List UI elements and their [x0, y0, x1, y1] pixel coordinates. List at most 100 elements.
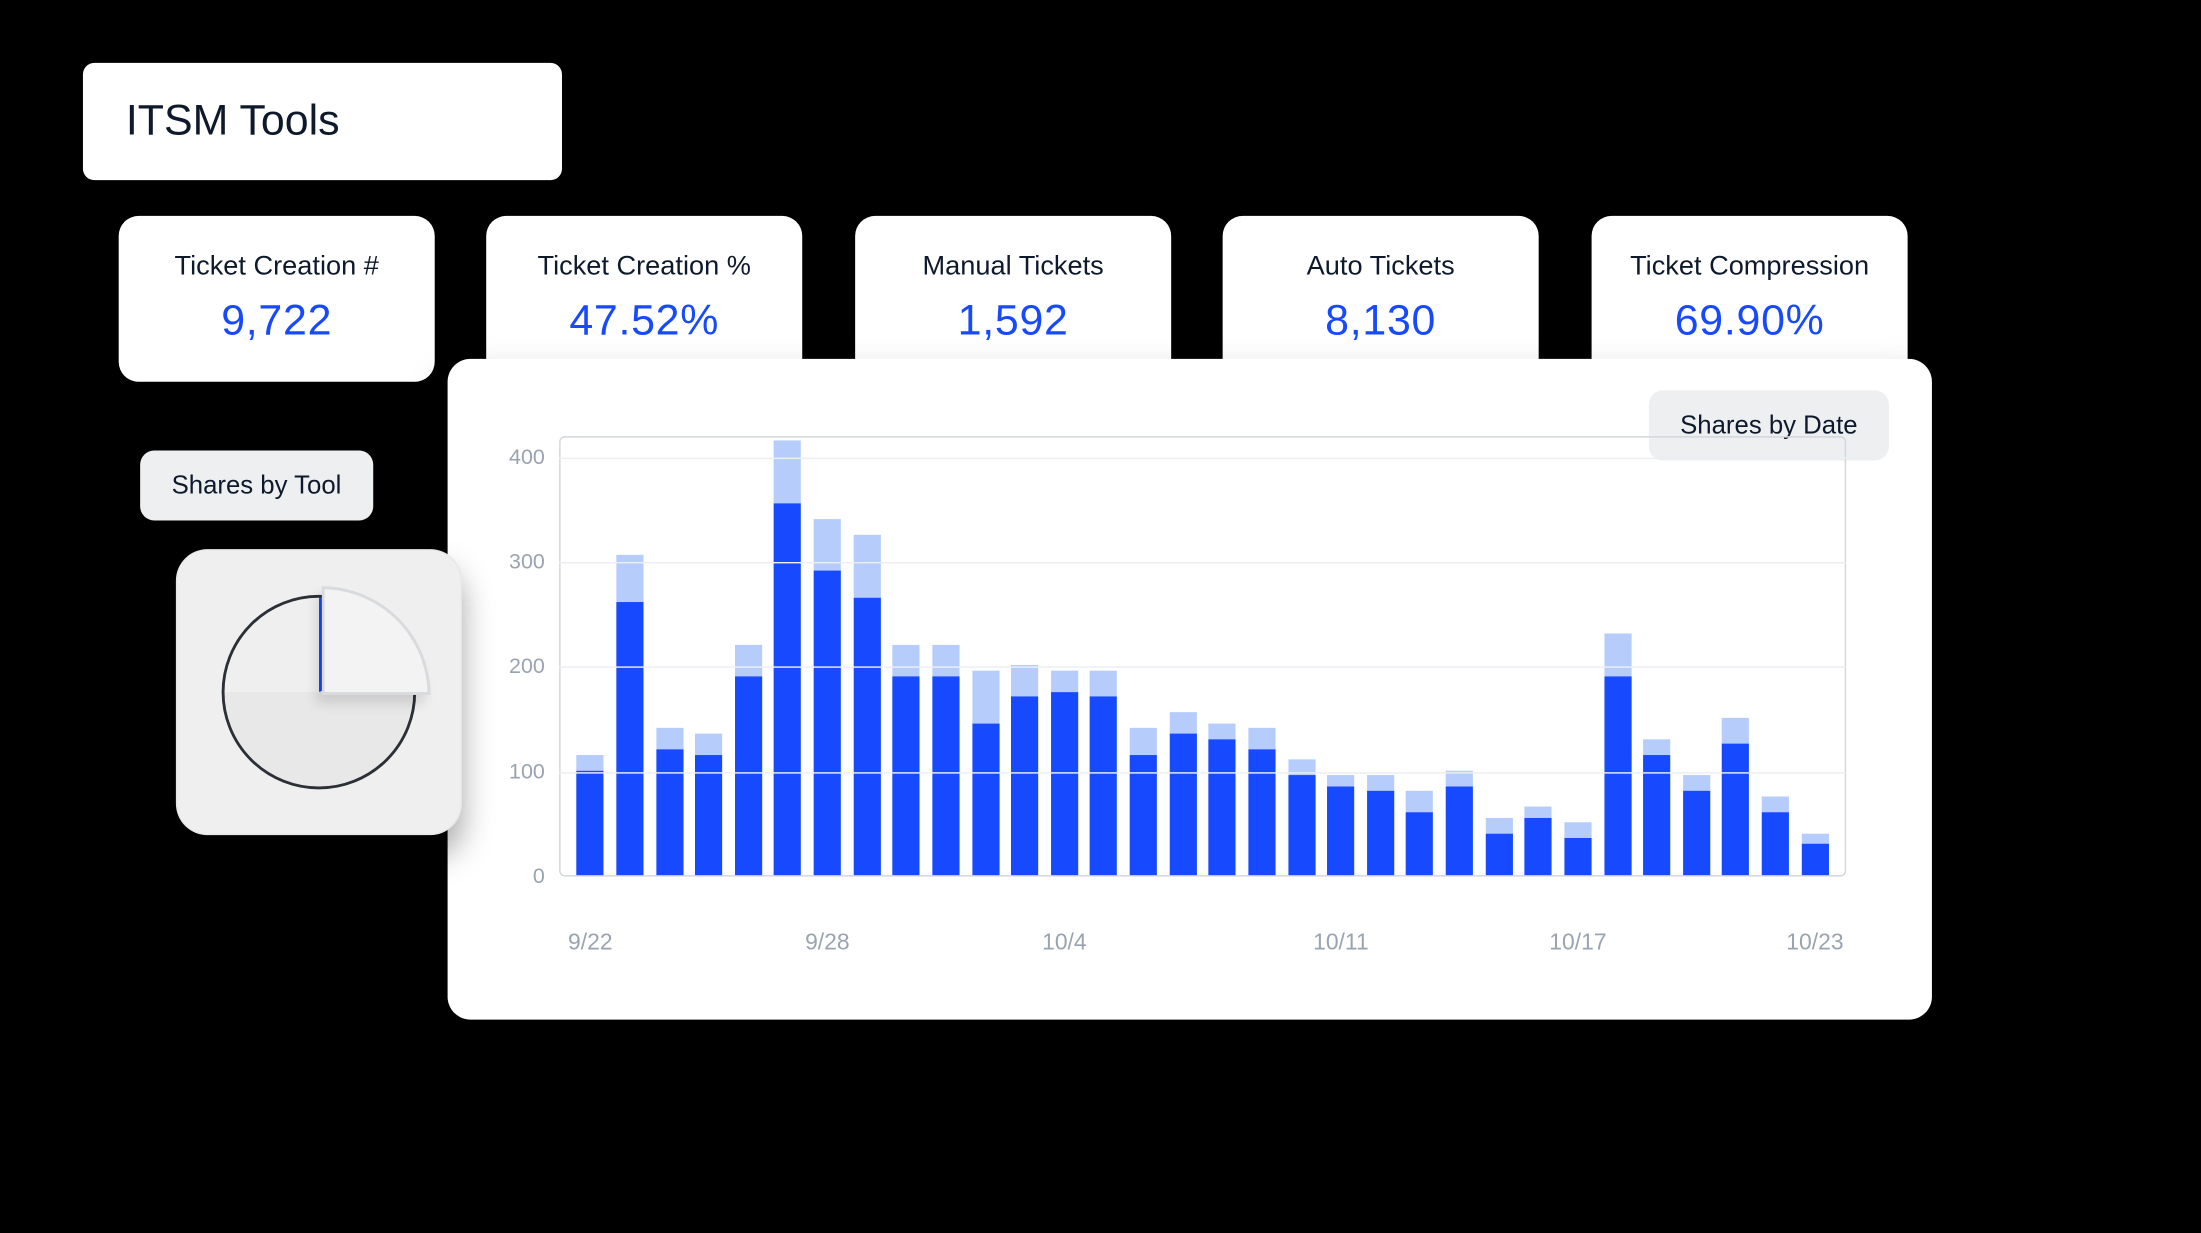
kpi-ticket-compression: Ticket Compression 69.90%: [1592, 216, 1908, 382]
bar-slot: [1598, 435, 1638, 875]
kpi-value: 69.90%: [1675, 297, 1825, 346]
bar: [1604, 634, 1631, 875]
bar: [1130, 728, 1157, 875]
bar-slot: [610, 435, 650, 875]
bar: [1011, 665, 1038, 875]
kpi-value: 47.52%: [569, 297, 719, 346]
kpi-ticket-creation-percent: Ticket Creation % 47.52%: [486, 216, 802, 382]
y-tick-label: 0: [488, 864, 545, 888]
bar: [656, 728, 683, 875]
bar: [814, 519, 841, 876]
shares-by-date-panel: Shares by Date 9/229/2810/410/1110/1710/…: [448, 359, 1932, 1020]
x-tick-label: 10/17: [1549, 931, 1606, 957]
bar: [1169, 713, 1196, 876]
bar: [774, 440, 801, 875]
pie-chart-icon: [222, 595, 416, 789]
kpi-label: Auto Tickets: [1307, 252, 1455, 283]
bar-slot: [1124, 435, 1164, 875]
page-title-card: ITSM Tools: [83, 63, 562, 180]
kpi-value: 8,130: [1325, 297, 1436, 346]
bar-slot: [1203, 435, 1243, 875]
kpi-auto-tickets: Auto Tickets 8,130: [1223, 216, 1539, 382]
x-tick-label: 9/28: [805, 931, 850, 957]
bar-slot: [1716, 435, 1756, 875]
grid-line: [559, 457, 1846, 458]
bar-slot: [1637, 435, 1677, 875]
bar-slot: [1795, 435, 1835, 875]
bar-slot: [808, 435, 848, 875]
x-tick-label: 10/4: [1042, 931, 1087, 957]
y-tick-label: 300: [488, 550, 545, 574]
bar-slot: [847, 435, 887, 875]
bar-slot: [571, 435, 611, 875]
bar-slot: [1479, 435, 1519, 875]
y-tick-label: 200: [488, 655, 545, 679]
bar-slot: [1361, 435, 1401, 875]
kpi-ticket-creation-count: Ticket Creation # 9,722: [119, 216, 435, 382]
bar-slot: [1242, 435, 1282, 875]
page-title: ITSM Tools: [126, 97, 340, 146]
kpi-value: 1,592: [958, 297, 1069, 346]
bar-slot: [1519, 435, 1559, 875]
bar: [1525, 807, 1552, 875]
bar-slot: [926, 435, 966, 875]
bar-slot: [650, 435, 690, 875]
bar: [695, 734, 722, 876]
kpi-label: Ticket Creation #: [175, 252, 379, 283]
bar-slot: [1400, 435, 1440, 875]
bar: [932, 644, 959, 875]
grid-line: [559, 562, 1846, 563]
bar: [1406, 791, 1433, 875]
bar-slot: [1677, 435, 1717, 875]
bar: [853, 534, 880, 875]
bar-slot: [689, 435, 729, 875]
bar: [1722, 718, 1749, 875]
bar-slot: [887, 435, 927, 875]
kpi-manual-tickets: Manual Tickets 1,592: [855, 216, 1171, 382]
bar: [1564, 823, 1591, 875]
x-tick-label: 10/11: [1313, 931, 1369, 957]
bar: [1248, 728, 1275, 875]
kpi-value: 9,722: [221, 297, 332, 346]
bar-slot: [1084, 435, 1124, 875]
x-axis-ticks: 9/229/2810/410/1110/1710/23: [559, 894, 1846, 928]
bar-slot: [1282, 435, 1322, 875]
bar: [1446, 770, 1473, 875]
bar-slot: [1756, 435, 1796, 875]
kpi-label: Ticket Compression: [1630, 252, 1869, 283]
bar: [1288, 760, 1315, 875]
shares-by-tool-label: Shares by Tool: [172, 470, 342, 499]
bar-slot: [768, 435, 808, 875]
x-tick-label: 9/22: [568, 931, 613, 957]
x-tick-label: 10/23: [1786, 931, 1843, 957]
y-tick-label: 100: [488, 760, 545, 784]
bar: [616, 555, 643, 875]
bar-slot: [966, 435, 1006, 875]
bar-slot: [1321, 435, 1361, 875]
grid-line: [559, 667, 1846, 668]
bar-slot: [1005, 435, 1045, 875]
bar-slot: [729, 435, 769, 875]
bar: [1485, 817, 1512, 875]
bar-slot: [1163, 435, 1203, 875]
bar: [1762, 797, 1789, 876]
bar-chart: 9/229/2810/410/1110/1710/23 010020030040…: [559, 436, 1846, 905]
bar: [1327, 776, 1354, 876]
bar: [735, 644, 762, 875]
bar-slot: [1440, 435, 1480, 875]
shares-by-tool-pie-card: [176, 549, 462, 835]
bar: [1209, 723, 1236, 875]
kpi-label: Ticket Creation %: [538, 252, 751, 283]
bar-slot: [1558, 435, 1598, 875]
bar: [1367, 776, 1394, 876]
shares-by-tool-chip: Shares by Tool: [140, 450, 373, 520]
bar: [893, 644, 920, 875]
kpi-label: Manual Tickets: [923, 252, 1104, 283]
bar-slot: [1045, 435, 1085, 875]
bar: [1683, 776, 1710, 876]
grid-line: [559, 772, 1846, 773]
bar: [1801, 833, 1828, 875]
bar-series: [559, 435, 1846, 875]
bar: [1643, 739, 1670, 875]
y-tick-label: 400: [488, 445, 545, 469]
